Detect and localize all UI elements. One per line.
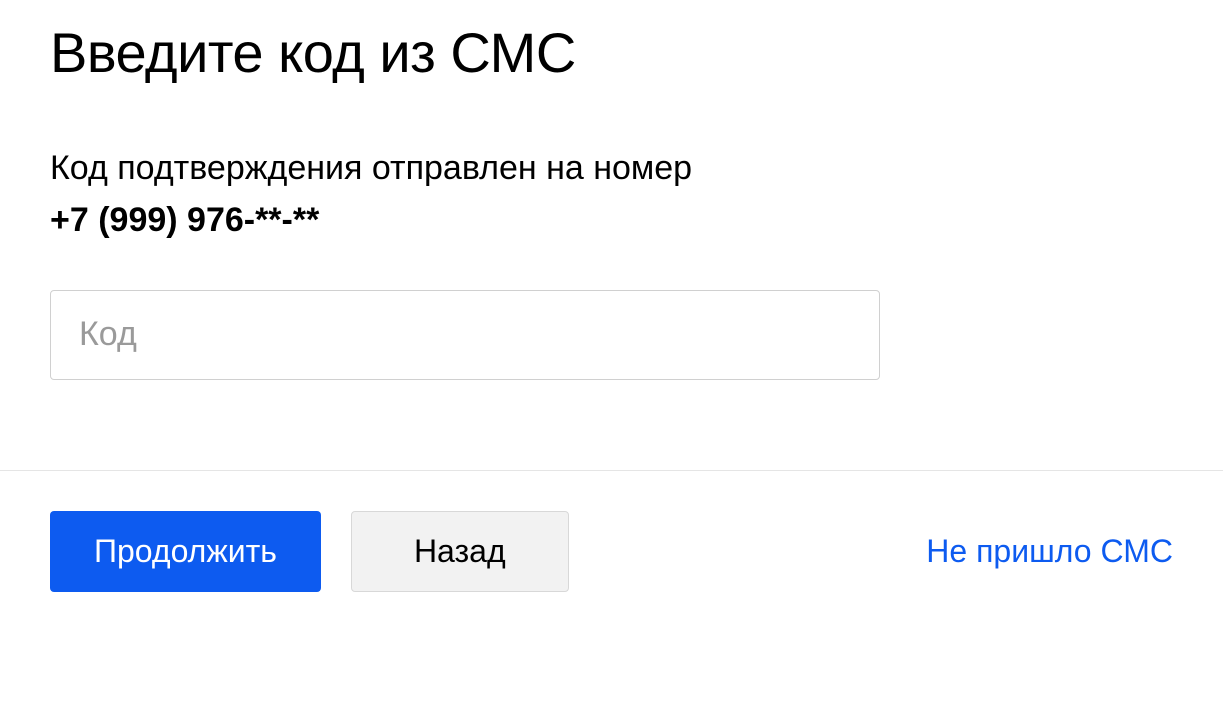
page-title: Введите код из СМС xyxy=(50,20,1173,85)
continue-button[interactable]: Продолжить xyxy=(50,511,321,592)
no-sms-link[interactable]: Не пришло СМС xyxy=(926,533,1173,570)
footer: Продолжить Назад Не пришло СМС xyxy=(0,471,1223,592)
back-button[interactable]: Назад xyxy=(351,511,569,592)
description-text: Код подтверждения отправлен на номер xyxy=(50,145,1173,193)
phone-number: +7 (999) 976-**-** xyxy=(50,201,1173,240)
code-input[interactable] xyxy=(50,290,880,380)
